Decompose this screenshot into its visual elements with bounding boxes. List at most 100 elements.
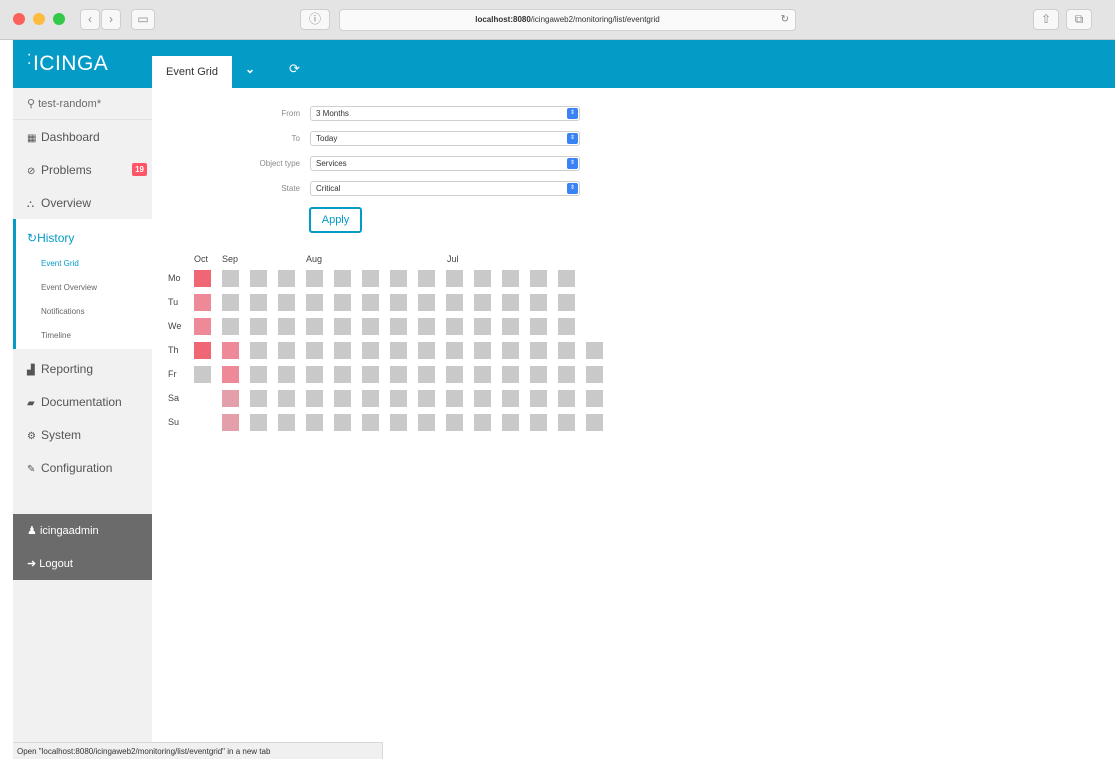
object-type-select[interactable]: Services ⇕: [310, 156, 580, 171]
chevron-down-icon[interactable]: ⌄: [245, 62, 255, 76]
grid-cell[interactable]: [474, 366, 491, 383]
search-input[interactable]: ⚲ test-random*: [13, 88, 152, 120]
privacy-info-icon[interactable]: ⓘ: [300, 9, 330, 30]
grid-cell[interactable]: [222, 366, 239, 383]
grid-cell[interactable]: [446, 270, 463, 287]
grid-cell[interactable]: [446, 414, 463, 431]
sidebar-subitem-event-overview[interactable]: Event Overview: [41, 283, 97, 292]
grid-cell[interactable]: [418, 414, 435, 431]
grid-cell[interactable]: [334, 414, 351, 431]
share-icon[interactable]: ⇧: [1033, 9, 1059, 30]
grid-cell[interactable]: [474, 294, 491, 311]
grid-cell[interactable]: [194, 342, 211, 359]
back-button[interactable]: ‹: [80, 9, 100, 30]
grid-cell[interactable]: [306, 414, 323, 431]
grid-cell[interactable]: [586, 390, 603, 407]
grid-cell[interactable]: [250, 270, 267, 287]
grid-cell[interactable]: [306, 366, 323, 383]
sidebar-toggle-icon[interactable]: ▭: [131, 9, 155, 30]
grid-cell[interactable]: [222, 318, 239, 335]
grid-cell[interactable]: [530, 270, 547, 287]
grid-cell[interactable]: [194, 294, 211, 311]
grid-cell[interactable]: [194, 366, 211, 383]
grid-cell[interactable]: [418, 270, 435, 287]
apply-button[interactable]: Apply: [309, 207, 362, 233]
grid-cell[interactable]: [362, 414, 379, 431]
grid-cell[interactable]: [558, 318, 575, 335]
grid-cell[interactable]: [474, 342, 491, 359]
grid-cell[interactable]: [250, 318, 267, 335]
grid-cell[interactable]: [418, 342, 435, 359]
grid-cell[interactable]: [530, 390, 547, 407]
grid-cell[interactable]: [446, 294, 463, 311]
grid-cell[interactable]: [530, 342, 547, 359]
grid-cell[interactable]: [502, 342, 519, 359]
grid-cell[interactable]: [530, 318, 547, 335]
sidebar-item-reporting[interactable]: ▟ Reporting: [13, 353, 152, 386]
grid-cell[interactable]: [306, 390, 323, 407]
grid-cell[interactable]: [474, 414, 491, 431]
grid-cell[interactable]: [558, 390, 575, 407]
icinga-logo[interactable]: ⁚icinga: [27, 51, 108, 76]
grid-cell[interactable]: [558, 342, 575, 359]
grid-cell[interactable]: [222, 270, 239, 287]
zoom-window-button[interactable]: [53, 13, 65, 25]
grid-cell[interactable]: [586, 342, 603, 359]
grid-cell[interactable]: [334, 270, 351, 287]
grid-cell[interactable]: [418, 294, 435, 311]
grid-cell[interactable]: [250, 414, 267, 431]
reload-icon[interactable]: ↻: [781, 10, 789, 30]
grid-cell[interactable]: [250, 366, 267, 383]
grid-cell[interactable]: [558, 414, 575, 431]
from-select[interactable]: 3 Months ⇕: [310, 106, 580, 121]
grid-cell[interactable]: [306, 342, 323, 359]
grid-cell[interactable]: [306, 318, 323, 335]
to-select[interactable]: Today ⇕: [310, 131, 580, 146]
sidebar-item-problems[interactable]: ⊘ Problems 19: [13, 154, 152, 187]
grid-cell[interactable]: [502, 414, 519, 431]
grid-cell[interactable]: [306, 294, 323, 311]
sidebar-item-system[interactable]: ⚙ System: [13, 419, 152, 452]
grid-cell[interactable]: [390, 318, 407, 335]
grid-cell[interactable]: [362, 342, 379, 359]
grid-cell[interactable]: [362, 390, 379, 407]
grid-cell[interactable]: [334, 318, 351, 335]
grid-cell[interactable]: [558, 294, 575, 311]
grid-cell[interactable]: [390, 390, 407, 407]
grid-cell[interactable]: [502, 270, 519, 287]
grid-cell[interactable]: [446, 342, 463, 359]
grid-cell[interactable]: [502, 318, 519, 335]
sidebar-item-logout[interactable]: ➜ Logout: [27, 557, 73, 570]
grid-cell[interactable]: [334, 294, 351, 311]
sidebar-subitem-timeline[interactable]: Timeline: [41, 331, 71, 340]
grid-cell[interactable]: [278, 318, 295, 335]
grid-cell[interactable]: [446, 390, 463, 407]
grid-cell[interactable]: [222, 294, 239, 311]
tab-event-grid[interactable]: Event Grid: [152, 56, 232, 88]
grid-cell[interactable]: [278, 366, 295, 383]
state-select[interactable]: Critical ⇕: [310, 181, 580, 196]
grid-cell[interactable]: [362, 318, 379, 335]
sidebar-item-history[interactable]: ↻History Event Grid Event Overview Notific…: [13, 219, 152, 349]
sidebar-item-overview[interactable]: ⛬ Overview: [13, 187, 152, 220]
grid-cell[interactable]: [390, 270, 407, 287]
grid-cell[interactable]: [418, 366, 435, 383]
grid-cell[interactable]: [278, 414, 295, 431]
grid-cell[interactable]: [334, 390, 351, 407]
grid-cell[interactable]: [502, 294, 519, 311]
refresh-icon[interactable]: ⟳: [289, 61, 300, 77]
grid-cell[interactable]: [194, 318, 211, 335]
grid-cell[interactable]: [250, 342, 267, 359]
grid-cell[interactable]: [446, 366, 463, 383]
address-bar[interactable]: localhost:8080/icingaweb2/monitoring/lis…: [339, 9, 796, 31]
grid-cell[interactable]: [250, 390, 267, 407]
close-window-button[interactable]: [13, 13, 25, 25]
grid-cell[interactable]: [250, 294, 267, 311]
grid-cell[interactable]: [530, 294, 547, 311]
grid-cell[interactable]: [278, 270, 295, 287]
grid-cell[interactable]: [362, 366, 379, 383]
grid-cell[interactable]: [390, 342, 407, 359]
grid-cell[interactable]: [390, 294, 407, 311]
grid-cell[interactable]: [222, 414, 239, 431]
grid-cell[interactable]: [502, 390, 519, 407]
